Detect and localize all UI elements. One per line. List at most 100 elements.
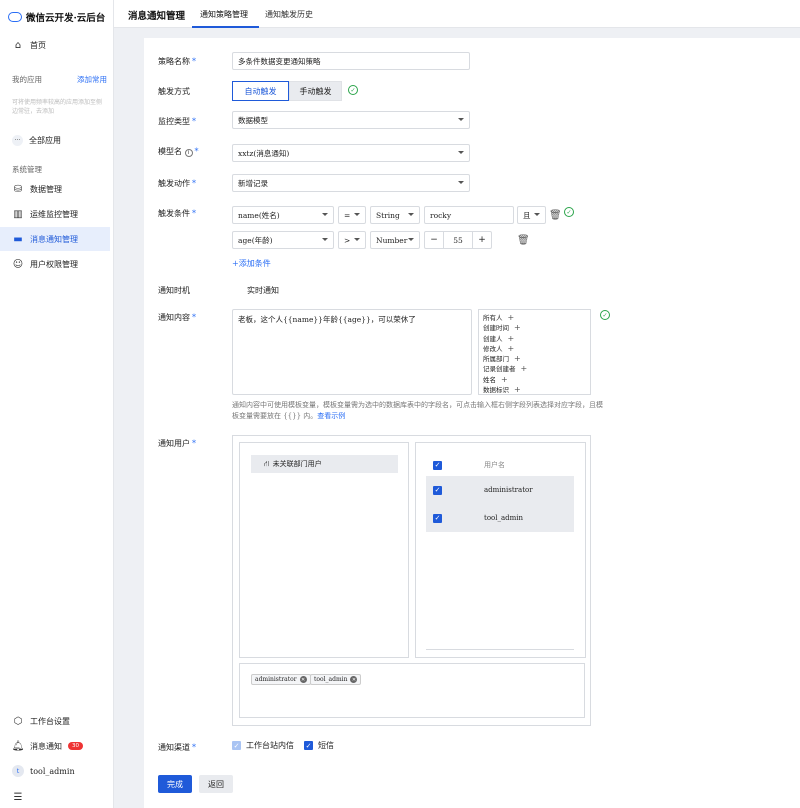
policy-name-input[interactable]: 多条件数据变更通知策略 — [232, 52, 470, 70]
delete-condition-icon[interactable]: 🗑︎ — [517, 235, 530, 246]
list-item[interactable]: 所属部门 + — [483, 354, 586, 364]
sidebar-item-label: 消息通知 — [30, 741, 62, 751]
policy-form: 策略名称 * 多条件数据变更通知策略 触发方式 自动触发 手动触发 ✓ 监控类型 *… — [144, 38, 800, 808]
add-variable-icon[interactable]: + — [501, 375, 508, 385]
sidebar: 微信云开发·云后台 ⌂ 首页 我的应用 添加常用 可将使用频率较高的应用添加至侧… — [0, 0, 114, 808]
sidebar-item-label: 首页 — [30, 40, 46, 50]
settings-icon: ⬡ — [13, 715, 23, 727]
notify-content-label: 通知内容 * — [158, 313, 196, 322]
valid-check-icon: ✓ — [600, 310, 610, 320]
condition-type-select[interactable]: Number — [370, 231, 420, 249]
notify-content-hint: 通知内容中可使用模板变量，模板变量需为选中的数据库表中的字段名，可点击输入框右侧… — [232, 401, 603, 420]
notify-content-textarea[interactable]: 老板，这个人{{name}}年龄{{age}}，可以荣休了 — [232, 309, 472, 395]
sidebar-item-monitor[interactable]: ▥ 运维监控管理 — [0, 202, 110, 226]
active-tab-indicator — [192, 26, 259, 28]
sidebar-item-permission[interactable]: ☺ 用户权限管理 — [0, 252, 110, 276]
list-item[interactable]: 创建时间 + — [483, 323, 586, 333]
menu-collapse-icon: ☰ — [13, 791, 23, 803]
select-value: = — [344, 210, 351, 220]
decrement-button[interactable]: − — [425, 235, 443, 245]
policy-name-label: 策略名称 * — [158, 57, 196, 66]
condition-field-select[interactable]: name(姓名) — [232, 206, 334, 224]
condition-operator-select[interactable]: = — [338, 206, 366, 224]
chevron-down-icon — [458, 118, 464, 121]
home-icon: ⌂ — [14, 39, 22, 51]
table-row[interactable]: ✓ administrator — [426, 476, 574, 504]
checkbox[interactable]: ✓ — [304, 741, 313, 750]
condition-type-select[interactable]: String — [370, 206, 420, 224]
list-item[interactable]: 创建人 + — [483, 334, 586, 344]
list-item[interactable]: 数据标识 + — [483, 385, 586, 395]
number-stepper[interactable]: − 55 + — [424, 231, 492, 249]
select-value: xxtz(消息通知) — [238, 148, 290, 158]
chevron-down-icon — [534, 213, 540, 216]
chevron-down-icon — [322, 213, 328, 216]
tab-policy[interactable]: 通知策略管理 — [200, 9, 248, 20]
table-row[interactable]: ✓ tool_admin — [426, 504, 574, 532]
collapse-sidebar-button[interactable]: ☰ — [0, 788, 110, 806]
my-apps-heading: 我的应用 — [12, 75, 42, 84]
sidebar-user[interactable]: t tool_admin — [0, 759, 110, 783]
add-variable-icon[interactable]: + — [521, 364, 528, 374]
sidebar-item-label: 工作台设置 — [30, 716, 70, 726]
select-all-checkbox[interactable]: ✓ — [433, 460, 442, 470]
condition-logic-select[interactable]: 且 — [517, 206, 546, 224]
avatar: t — [12, 765, 24, 777]
trigger-action-label: 触发动作 * — [158, 179, 196, 188]
sidebar-item-home[interactable]: ⌂ 首页 — [0, 33, 110, 57]
view-example-link[interactable]: 查看示例 — [317, 412, 345, 420]
condition-value-input[interactable]: rocky — [424, 206, 514, 224]
sidebar-item-all-apps[interactable]: ··· 全部应用 — [0, 128, 110, 152]
selected-user-tag: administrator ✕ — [251, 674, 311, 685]
topbar: 消息通知管理 通知策略管理 通知触发历史 — [114, 0, 800, 28]
add-variable-icon[interactable]: + — [508, 344, 515, 354]
user-lock-icon: ☺ — [12, 258, 24, 270]
monitor-type-select[interactable]: 数据模型 — [232, 111, 470, 129]
select-value: 且 — [523, 210, 531, 220]
list-item[interactable]: 修改人 + — [483, 344, 586, 354]
add-variable-icon[interactable]: + — [508, 334, 515, 344]
user-list: ✓ 用户名 ✓ administrator ✓ tool_admin — [415, 442, 586, 658]
select-value: 新增记录 — [238, 178, 268, 188]
add-condition-link[interactable]: +添加条件 — [232, 258, 271, 269]
channel-inbox-checkbox[interactable]: ✓ 工作台站内信 — [232, 740, 294, 751]
manual-trigger-button[interactable]: 手动触发 — [289, 81, 342, 101]
sidebar-item-notification[interactable]: ▬ 消息通知管理 — [0, 227, 110, 251]
checkbox[interactable]: ✓ — [232, 741, 241, 750]
row-checkbox[interactable]: ✓ — [433, 513, 442, 523]
add-variable-icon[interactable]: + — [514, 323, 521, 333]
user-list-header: ✓ 用户名 — [433, 460, 505, 470]
dept-node[interactable]: ⛙ 未关联部门用户 — [251, 455, 398, 473]
more-icon: ··· — [12, 134, 23, 146]
sidebar-item-workbench[interactable]: ⬡ 工作台设置 — [0, 709, 110, 733]
add-variable-icon[interactable]: + — [514, 385, 521, 395]
trigger-mode-label: 触发方式 — [158, 87, 190, 96]
chevron-down-icon — [408, 213, 414, 216]
model-name-select[interactable]: xxtz(消息通知) — [232, 144, 470, 162]
condition-operator-select[interactable]: > — [338, 231, 366, 249]
select-value: age(年龄) — [238, 235, 273, 245]
increment-button[interactable]: + — [473, 235, 491, 245]
list-item[interactable]: 所有人 + — [483, 313, 586, 323]
add-common-link[interactable]: 添加常用 — [77, 74, 107, 85]
back-button[interactable]: 返回 — [199, 775, 233, 793]
remove-tag-icon[interactable]: ✕ — [299, 676, 307, 683]
done-button[interactable]: 完成 — [158, 775, 192, 793]
condition-field-select[interactable]: age(年龄) — [232, 231, 334, 249]
sidebar-item-notifications[interactable]: 🔔︎ 消息通知 30 — [0, 734, 110, 758]
list-item[interactable]: 记录创建者 + — [483, 364, 586, 374]
org-tree-icon: ⛙ — [264, 459, 270, 468]
app-logo[interactable]: 微信云开发·云后台 — [8, 10, 105, 24]
list-item[interactable]: 姓名 + — [483, 375, 586, 385]
add-variable-icon[interactable]: + — [514, 354, 521, 364]
stepper-value[interactable]: 55 — [443, 232, 473, 248]
sidebar-item-data[interactable]: ⛁ 数据管理 — [0, 177, 110, 201]
trigger-action-select[interactable]: 新增记录 — [232, 174, 470, 192]
channel-sms-checkbox[interactable]: ✓ 短信 — [304, 740, 334, 751]
tab-history[interactable]: 通知触发历史 — [265, 9, 313, 20]
remove-tag-icon[interactable]: ✕ — [350, 676, 358, 683]
auto-trigger-button[interactable]: 自动触发 — [232, 81, 289, 101]
delete-condition-icon[interactable]: 🗑︎ — [549, 210, 562, 221]
row-checkbox[interactable]: ✓ — [433, 485, 442, 495]
add-variable-icon[interactable]: + — [508, 313, 515, 323]
